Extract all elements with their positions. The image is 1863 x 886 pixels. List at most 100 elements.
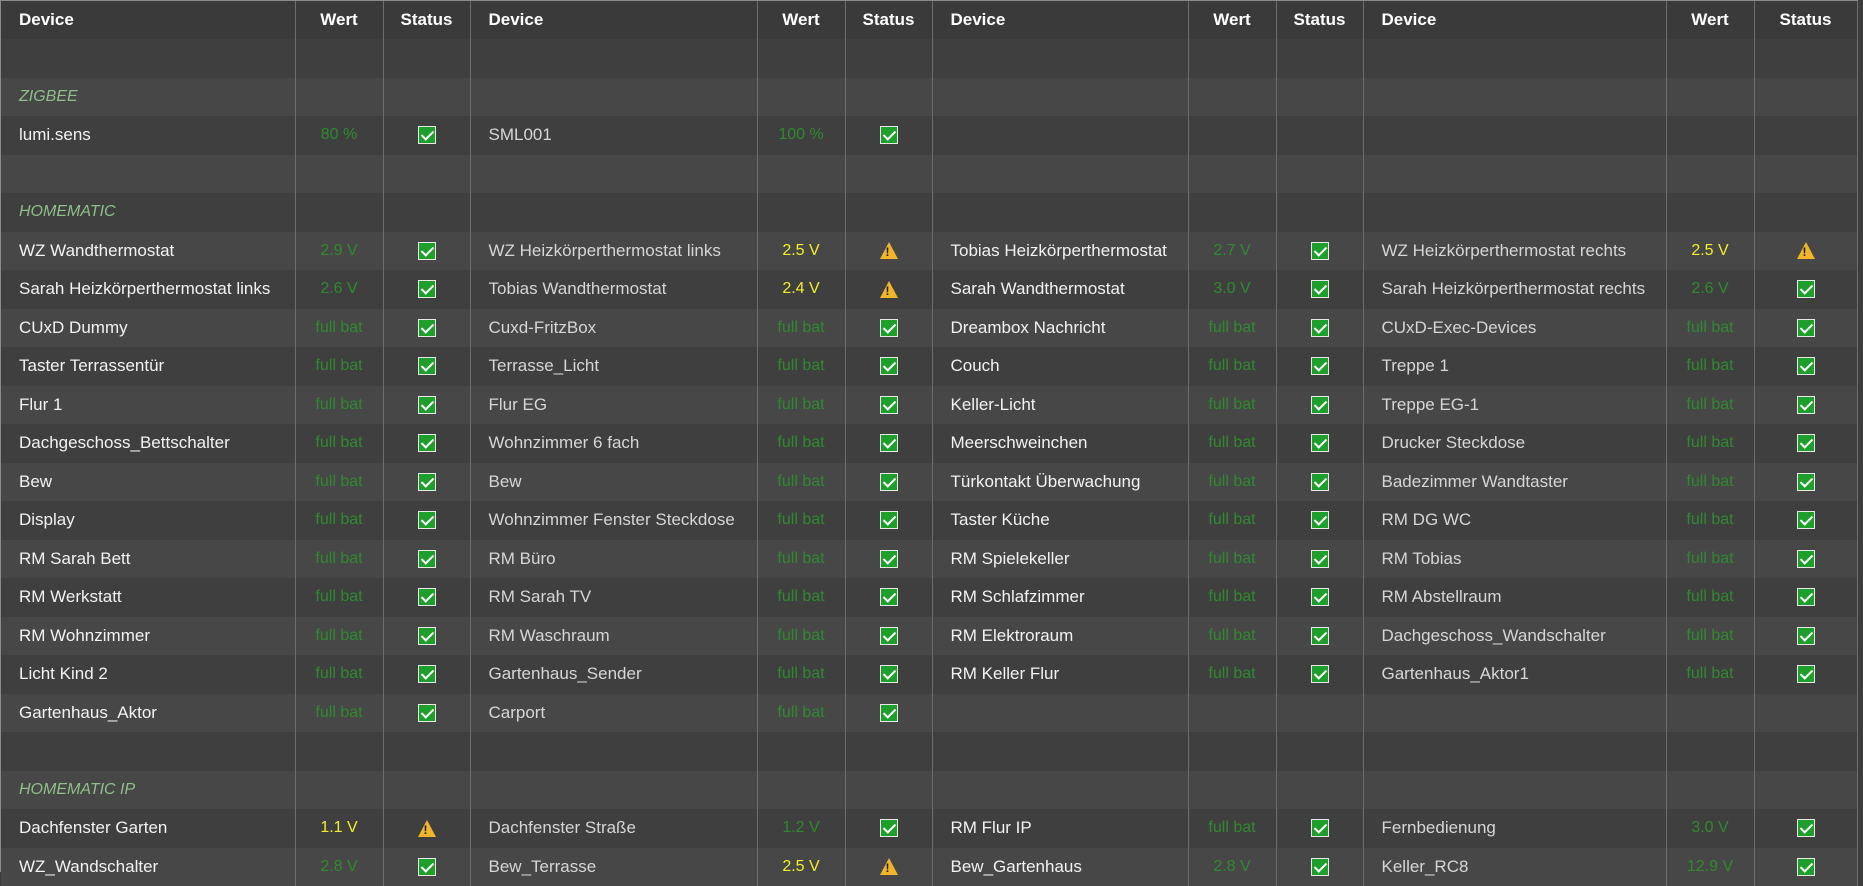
checkmark-icon	[880, 319, 898, 337]
checkmark-icon	[1311, 627, 1329, 645]
empty-cell	[1276, 771, 1363, 810]
device-name: Dachgeschoss_Wandschalter	[1363, 617, 1666, 656]
device-name: Bew	[1, 463, 295, 502]
battery-value: full bat	[757, 694, 845, 733]
status-cell	[845, 309, 932, 348]
checkmark-icon	[1797, 280, 1815, 298]
battery-value: full bat	[295, 617, 383, 656]
header-device[interactable]: Device	[470, 1, 757, 39]
battery-value: full bat	[1188, 578, 1276, 617]
checkmark-icon	[418, 396, 436, 414]
empty-cell	[1, 155, 295, 194]
status-cell	[845, 617, 932, 656]
checkmark-icon	[418, 858, 436, 876]
device-name: RM Waschraum	[470, 617, 757, 656]
device-name: lumi.sens	[1, 116, 295, 155]
header-device[interactable]: Device	[932, 1, 1188, 39]
battery-value: 2.5 V	[1666, 232, 1754, 271]
battery-value: full bat	[757, 309, 845, 348]
battery-value: full bat	[757, 501, 845, 540]
checkmark-icon	[1797, 627, 1815, 645]
battery-value: full bat	[295, 424, 383, 463]
status-cell	[1276, 463, 1363, 502]
empty-cell	[1188, 193, 1276, 232]
device-name: Treppe EG-1	[1363, 386, 1666, 425]
device-name: Cuxd-FritzBox	[470, 309, 757, 348]
checkmark-icon	[1797, 588, 1815, 606]
header-status[interactable]: Status	[383, 1, 470, 39]
header-status[interactable]: Status	[1276, 1, 1363, 39]
status-cell	[845, 347, 932, 386]
device-name: Gartenhaus_Sender	[470, 655, 757, 694]
empty-cell	[1363, 771, 1666, 810]
table-row: Licht Kind 2full batGartenhaus_Senderful…	[1, 655, 1857, 694]
device-name: Bew_Gartenhaus	[932, 848, 1188, 886]
status-cell	[1754, 501, 1857, 540]
status-cell	[1276, 540, 1363, 579]
header-value[interactable]: Wert	[757, 1, 845, 39]
header-value[interactable]: Wert	[1188, 1, 1276, 39]
device-name: Taster Küche	[932, 501, 1188, 540]
header-device[interactable]: Device	[1, 1, 295, 39]
empty-cell	[932, 39, 1188, 78]
empty-cell	[1666, 39, 1754, 78]
empty-cell	[470, 771, 757, 810]
checkmark-icon	[1797, 319, 1815, 337]
empty-cell	[295, 39, 383, 78]
empty-cell	[1276, 39, 1363, 78]
device-status-table: Device Wert Status Device Wert Status De…	[1, 1, 1858, 886]
checkmark-icon	[1311, 588, 1329, 606]
warning-icon	[1797, 242, 1815, 259]
battery-value: full bat	[757, 540, 845, 579]
empty-cell	[1754, 771, 1857, 810]
header-value[interactable]: Wert	[295, 1, 383, 39]
battery-value: full bat	[1666, 463, 1754, 502]
battery-value: full bat	[295, 347, 383, 386]
status-cell	[845, 424, 932, 463]
device-name: Drucker Steckdose	[1363, 424, 1666, 463]
device-name: Keller-Licht	[932, 386, 1188, 425]
status-cell	[383, 694, 470, 733]
empty-cell	[845, 155, 932, 194]
status-cell	[845, 578, 932, 617]
status-cell	[383, 501, 470, 540]
header-device[interactable]: Device	[1363, 1, 1666, 39]
checkmark-icon	[418, 357, 436, 375]
header-value[interactable]: Wert	[1666, 1, 1754, 39]
status-cell	[1754, 617, 1857, 656]
header-status[interactable]: Status	[1754, 1, 1857, 39]
battery-value: 2.8 V	[1188, 848, 1276, 886]
status-cell	[845, 809, 932, 848]
device-name: RM Büro	[470, 540, 757, 579]
device-name: RM Elektroraum	[932, 617, 1188, 656]
table-row: Flur 1full batFlur EGfull batKeller-Lich…	[1, 386, 1857, 425]
status-cell	[845, 655, 932, 694]
device-name: Dreambox Nachricht	[932, 309, 1188, 348]
checkmark-icon	[1311, 319, 1329, 337]
header-status[interactable]: Status	[845, 1, 932, 39]
status-cell	[1754, 347, 1857, 386]
status-cell	[1276, 578, 1363, 617]
device-name: Carport	[470, 694, 757, 733]
empty-cell	[470, 78, 757, 117]
status-cell	[1276, 809, 1363, 848]
empty-cell	[1276, 155, 1363, 194]
table-row: WZ_Wandschalter2.8 VBew_Terrasse2.5 VBew…	[1, 848, 1857, 886]
device-name: Sarah Heizkörperthermostat links	[1, 270, 295, 309]
device-name: RM Schlafzimmer	[932, 578, 1188, 617]
battery-value: 2.4 V	[757, 270, 845, 309]
checkmark-icon	[418, 627, 436, 645]
empty-cell	[383, 193, 470, 232]
empty-cell	[1188, 116, 1276, 155]
battery-value: 2.8 V	[295, 848, 383, 886]
status-cell	[383, 848, 470, 886]
device-name: WZ_Wandschalter	[1, 848, 295, 886]
battery-value: full bat	[757, 424, 845, 463]
empty-cell	[845, 771, 932, 810]
device-name: Wohnzimmer 6 fach	[470, 424, 757, 463]
checkmark-icon	[1797, 511, 1815, 529]
status-cell	[1276, 501, 1363, 540]
empty-cell	[470, 39, 757, 78]
device-name: Fernbedienung	[1363, 809, 1666, 848]
checkmark-icon	[880, 550, 898, 568]
